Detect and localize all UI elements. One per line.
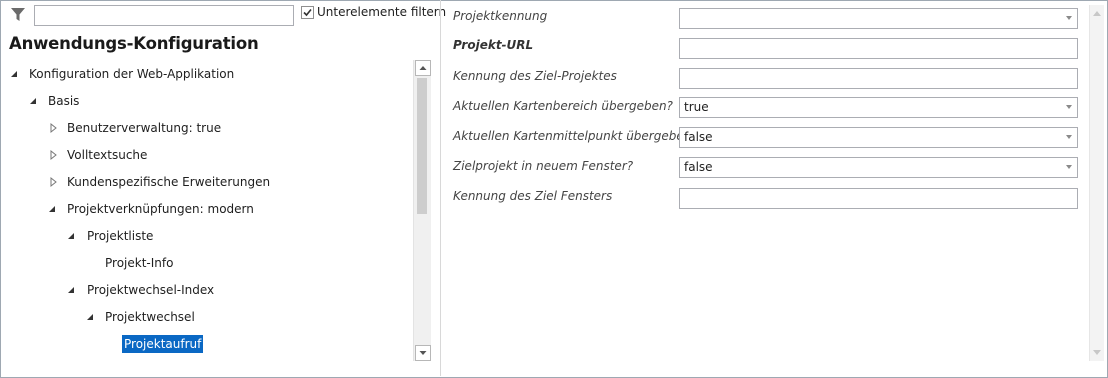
property-label: Projektkennung — [453, 9, 548, 23]
chevron-down-icon — [1066, 165, 1072, 169]
subelements-filter-label[interactable]: Unterelemente filtern — [317, 5, 446, 19]
kartenbereich-dropdown[interactable]: true — [679, 97, 1078, 118]
tree-scrollbar[interactable] — [413, 60, 431, 361]
tree-node-label: Basis — [48, 94, 80, 108]
chevron-down-icon — [1066, 135, 1072, 139]
projektkennung-dropdown[interactable] — [679, 8, 1078, 29]
tree-node-label: Projektwechsel-Index — [87, 283, 215, 297]
chevron-down-icon — [1066, 105, 1072, 109]
kartenmittelpunkt-dropdown[interactable]: false — [679, 127, 1078, 148]
expanded-arrow-icon[interactable] — [10, 65, 20, 83]
filter-input[interactable] — [34, 5, 294, 26]
tree-node-label: Projektaufruf — [122, 335, 204, 353]
property-label: Kennung des Ziel-Projektes — [453, 69, 617, 83]
tree-node-label: Projekt-Info — [105, 256, 174, 270]
dropdown-value: false — [684, 160, 713, 174]
property-label: Aktuellen Kartenbereich übergeben? — [453, 99, 673, 113]
collapsed-arrow-icon[interactable] — [49, 173, 59, 191]
property-label: Projekt-URL — [453, 38, 534, 52]
collapsed-arrow-icon[interactable] — [49, 146, 59, 164]
tree-node-label: Kundenspezifische Erweiterungen — [67, 175, 271, 189]
dropdown-value: true — [684, 100, 709, 114]
config-tree: Konfiguration der Web-Applikation Basis … — [0, 60, 412, 360]
tree-title: Anwendungs-Konfiguration — [9, 34, 259, 53]
tree-node-label: Projektliste — [87, 229, 154, 243]
tree-node-label: Projektwechsel — [105, 310, 195, 324]
tree-node-label: Benutzerverwaltung: true — [67, 121, 222, 135]
neues-fenster-dropdown[interactable]: false — [679, 157, 1078, 178]
ziel-fenster-kennung-field[interactable] — [679, 188, 1078, 209]
property-label: Aktuellen Kartenmittelpunkt übergeben? — [453, 129, 698, 143]
collapsed-arrow-icon[interactable] — [49, 119, 59, 137]
tree-node-label: Konfiguration der Web-Applikation — [29, 67, 235, 81]
pane-splitter[interactable] — [440, 0, 441, 376]
tree-node-label: Volltextsuche — [67, 148, 148, 162]
projekt-url-field[interactable] — [679, 38, 1078, 59]
dropdown-value: false — [684, 130, 713, 144]
funnel-icon[interactable] — [10, 7, 26, 23]
expanded-arrow-icon[interactable] — [29, 92, 39, 110]
arrow-down-icon — [419, 351, 427, 355]
subelements-filter-checkbox[interactable] — [301, 6, 314, 19]
tree-node-label: Projektverknüpfungen: modern — [67, 202, 254, 216]
property-label: Kennung des Ziel Fensters — [453, 189, 613, 203]
property-scrollbar[interactable] — [1089, 5, 1104, 361]
expanded-arrow-icon[interactable] — [67, 227, 77, 245]
property-label: Zielprojekt in neuem Fenster? — [453, 159, 634, 173]
arrow-down-icon[interactable] — [1093, 350, 1101, 355]
expanded-arrow-icon[interactable] — [86, 308, 96, 326]
ziel-projekt-kennung-field[interactable] — [679, 68, 1078, 89]
expanded-arrow-icon[interactable] — [48, 200, 58, 218]
arrow-up-icon — [419, 66, 427, 70]
scroll-down-button[interactable] — [415, 345, 431, 361]
chevron-down-icon — [1066, 16, 1072, 20]
checkmark-icon — [303, 8, 312, 17]
scroll-up-button[interactable] — [415, 60, 431, 76]
scroll-thumb[interactable] — [417, 78, 427, 214]
arrow-up-icon[interactable] — [1093, 11, 1101, 16]
expanded-arrow-icon[interactable] — [67, 281, 77, 299]
